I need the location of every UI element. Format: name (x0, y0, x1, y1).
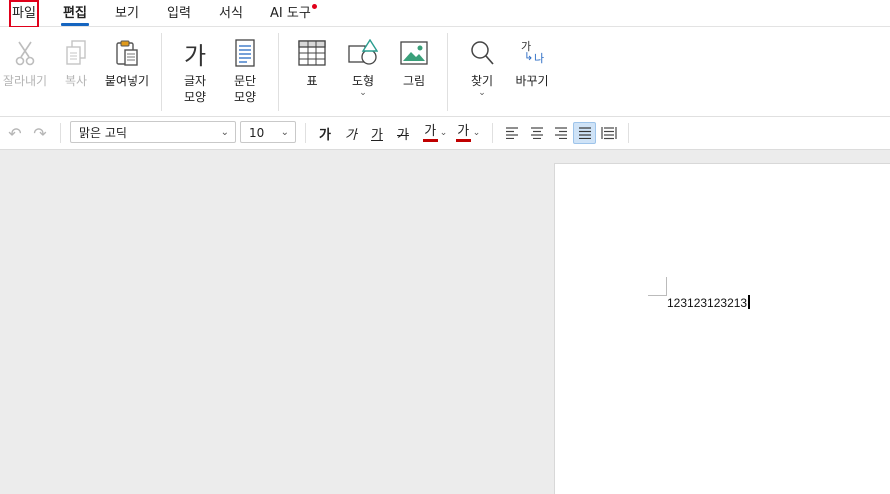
font-color-swatch (422, 138, 438, 142)
highlighter-icon: 가 (455, 123, 471, 142)
ribbon: 잘라내기 복사 붙여넣기 가 글자 모양 문단 모양 표 도형 ⌄ 그림 찾기 … (0, 27, 890, 117)
para-shape-button[interactable]: 문단 모양 (225, 27, 265, 113)
replace-label: 바꾸기 (515, 74, 549, 88)
scissors-icon (5, 33, 45, 73)
shape-label: 도형 (351, 74, 375, 88)
strikethrough-glyph: 가 (397, 127, 409, 143)
paste-label: 붙여넣기 (104, 74, 150, 88)
highlight-button[interactable]: 가 ⌄ (453, 122, 483, 144)
ribbon-divider (278, 33, 279, 111)
align-left-icon[interactable] (501, 122, 523, 144)
document-page[interactable] (554, 163, 890, 494)
toolbar-divider (60, 123, 61, 143)
redo-icon[interactable]: ↷ (31, 122, 49, 144)
text-cursor (748, 295, 751, 309)
tab-insert-label: 입력 (167, 6, 191, 21)
italic-button[interactable]: 가 (342, 122, 360, 144)
picture-label: 그림 (402, 74, 426, 88)
toolbar-divider (492, 123, 493, 143)
char-shape-button[interactable]: 가 글자 모양 (176, 27, 214, 113)
strikethrough-button[interactable]: 가 (394, 122, 412, 144)
table-icon (292, 33, 332, 73)
document-body[interactable]: 123123123213 (667, 295, 751, 311)
toolbar-divider (628, 123, 629, 143)
find-button[interactable]: 찾기 ⌄ (463, 27, 501, 113)
replace-icon-to: 나 (534, 52, 545, 65)
replace-arrow-icon: ↳ (524, 50, 534, 63)
notification-dot (311, 4, 317, 9)
undo-icon[interactable]: ↶ (6, 122, 24, 144)
font-color-glyph: 가 (424, 123, 437, 139)
align-justify-icon[interactable] (573, 122, 596, 144)
tab-view-label: 보기 (115, 6, 139, 21)
replace-icon: 가 ↳ 나 (512, 33, 552, 73)
copy-button[interactable]: 복사 (56, 27, 96, 113)
picture-button[interactable]: 그림 (394, 27, 434, 113)
char-shape-glyph: 가 (183, 41, 207, 70)
font-size-select[interactable]: 10 ⌄ (240, 121, 296, 143)
bold-glyph: 가 (319, 127, 331, 143)
highlight-swatch (455, 138, 471, 142)
underline-button[interactable]: 가 (368, 122, 386, 144)
font-color-button[interactable]: 가 ⌄ (420, 122, 450, 144)
para-shape-label: 문단 모양 (233, 74, 257, 104)
ribbon-divider (161, 33, 162, 111)
highlight-glyph: 가 (457, 123, 470, 139)
font-size-value: 10 (249, 126, 265, 140)
copy-icon (56, 33, 96, 73)
font-family-value: 맑은 고딕 (79, 126, 127, 140)
chevron-down-icon: ⌄ (439, 128, 448, 138)
tab-ai-tools-label: AI 도구 (270, 6, 311, 21)
shape-button[interactable]: 도형 ⌄ (342, 27, 384, 113)
chevron-down-icon: ⌄ (478, 88, 486, 98)
copy-label: 복사 (64, 74, 88, 88)
format-toolbar: ↶ ↷ 맑은 고딕 ⌄ 10 ⌄ 가 가 가 가 가 ⌄ 가 ⌄ (0, 117, 890, 150)
document-text: 123123123213 (667, 296, 748, 310)
tab-format-label: 서식 (219, 6, 243, 21)
paste-button[interactable]: 붙여넣기 (101, 27, 153, 113)
align-right-icon[interactable] (550, 122, 572, 144)
tab-insert[interactable]: 입력 (167, 3, 191, 25)
char-shape-label: 글자 모양 (183, 74, 207, 104)
tab-ai-tools[interactable]: AI 도구 (270, 3, 317, 25)
ribbon-divider (447, 33, 448, 111)
tab-edit-label: 편집 (63, 6, 87, 21)
shapes-icon (343, 33, 383, 73)
search-icon (462, 33, 502, 73)
toolbar-divider (305, 123, 306, 143)
table-label: 표 (306, 74, 318, 88)
tab-view[interactable]: 보기 (115, 3, 139, 25)
tab-format[interactable]: 서식 (219, 3, 243, 25)
tab-file[interactable]: 파일 (9, 0, 39, 28)
cut-button[interactable]: 잘라내기 (2, 27, 48, 113)
find-label: 찾기 (470, 74, 494, 88)
chevron-down-icon: ⌄ (280, 127, 289, 138)
font-family-select[interactable]: 맑은 고딕 ⌄ (70, 121, 236, 143)
image-icon (394, 33, 434, 73)
menu-bar: 파일 편집 보기 입력 서식 AI 도구 (0, 0, 890, 28)
tab-edit[interactable]: 편집 (61, 3, 89, 26)
chevron-down-icon: ⌄ (472, 128, 481, 138)
italic-glyph: 가 (345, 127, 357, 143)
chevron-down-icon: ⌄ (359, 88, 367, 98)
paragraph-icon (225, 33, 265, 73)
distribute-icon[interactable] (598, 122, 620, 144)
underline-glyph: 가 (371, 127, 383, 143)
margin-corner-mark (648, 277, 667, 296)
table-button[interactable]: 표 (292, 27, 332, 113)
char-shape-icon: 가 (175, 33, 215, 73)
tab-file-label: 파일 (12, 6, 36, 21)
chevron-down-icon: ⌄ (220, 127, 229, 138)
font-color-icon: 가 (422, 123, 438, 142)
align-center-icon[interactable] (526, 122, 548, 144)
cut-label: 잘라내기 (2, 74, 48, 88)
replace-button[interactable]: 가 ↳ 나 바꾸기 (510, 27, 554, 113)
clipboard-icon (107, 33, 147, 73)
bold-button[interactable]: 가 (316, 122, 334, 144)
